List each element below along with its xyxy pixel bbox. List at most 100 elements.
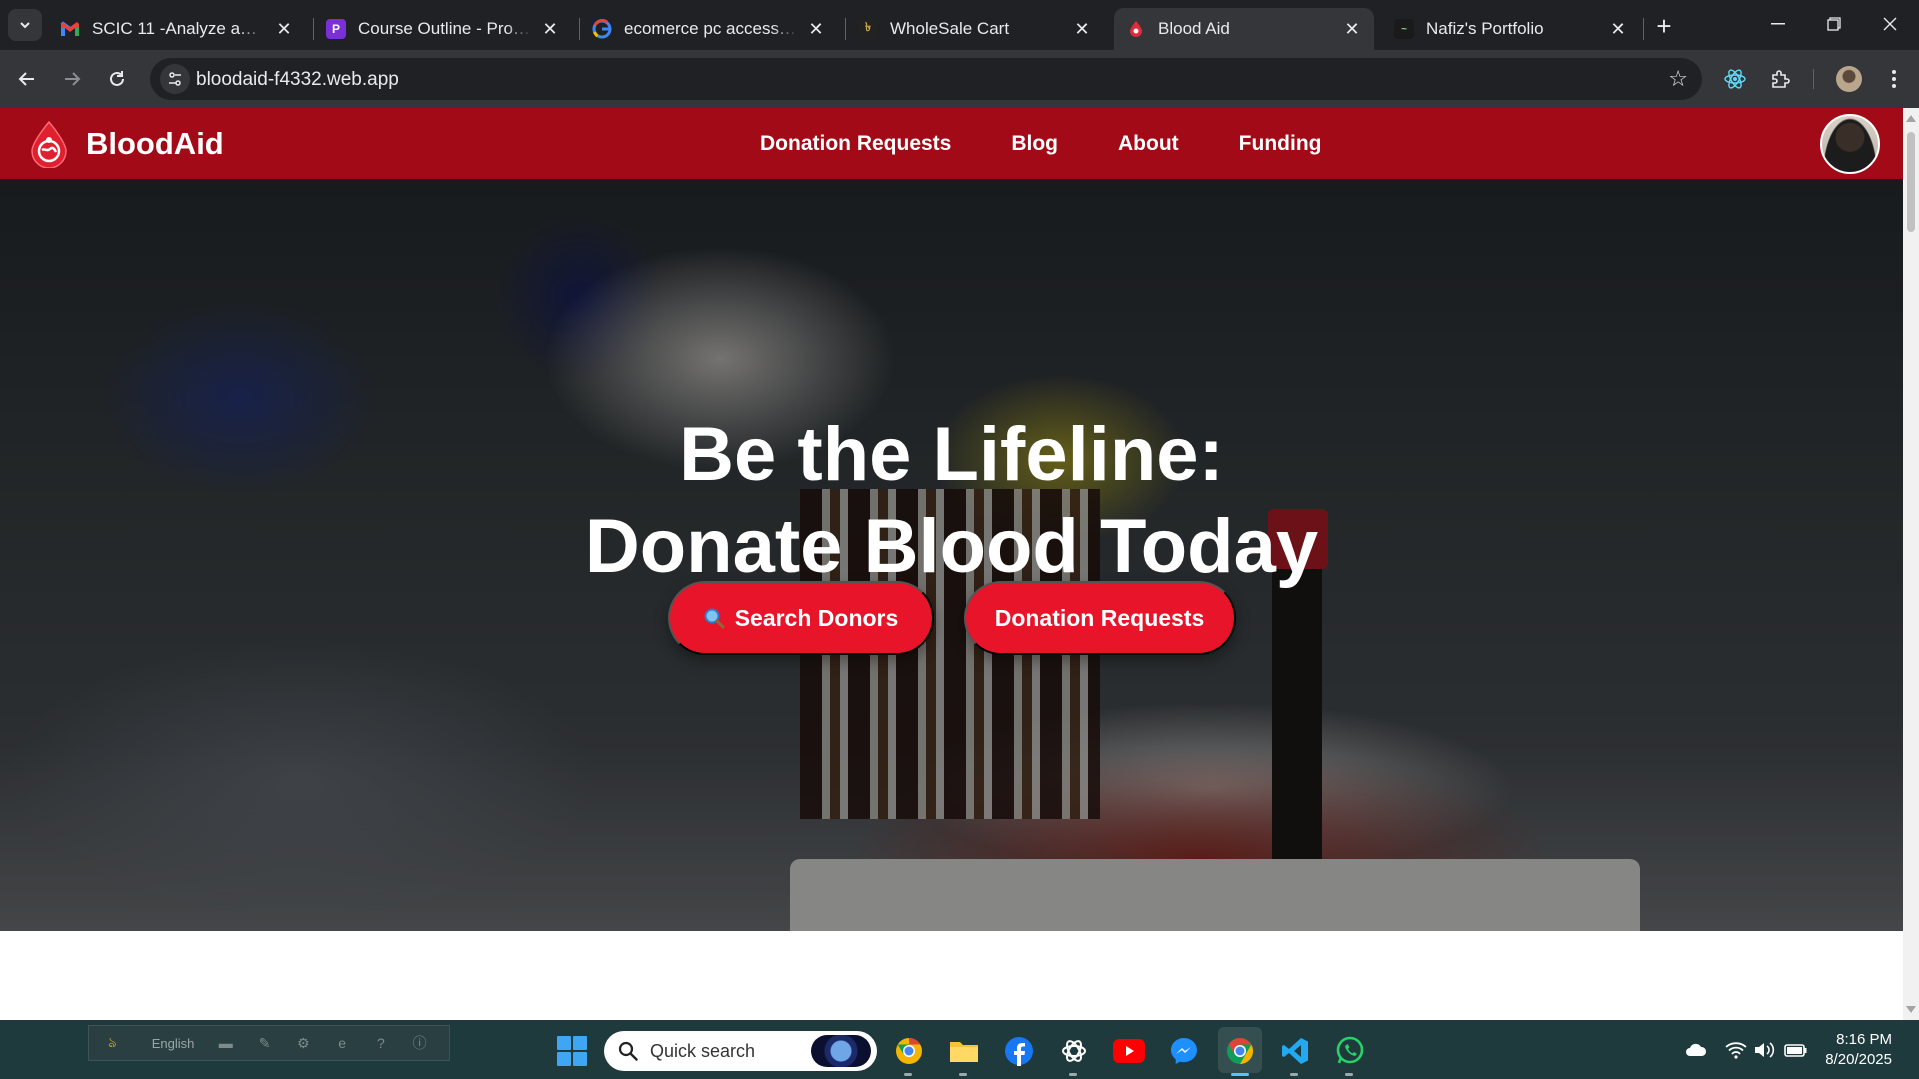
chatgpt-icon xyxy=(1062,1040,1086,1062)
taskbar-search[interactable]: Quick search xyxy=(604,1031,877,1071)
hero-title: Be the Lifeline: Donate Blood Today xyxy=(0,409,1903,593)
wifi-icon[interactable] xyxy=(1724,1038,1748,1062)
tab-blood-aid[interactable]: Blood Aid ✕ xyxy=(1114,8,1374,50)
taskbar-file-explorer[interactable] xyxy=(947,1034,981,1076)
facebook-icon xyxy=(1005,1037,1033,1066)
tab-title: SCIC 11 -Analyze and break xyxy=(92,19,266,38)
tab-title: Blood Aid xyxy=(1158,19,1230,38)
chrome-icon xyxy=(1227,1037,1254,1065)
search-highlight-globe-icon xyxy=(811,1035,871,1067)
tab-portfolio[interactable]: ~ Nafiz's Portfolio ✕ xyxy=(1382,8,1640,50)
chevron-down-icon xyxy=(20,22,30,29)
more-vertical-icon xyxy=(1892,70,1896,88)
scrollbar-thumb[interactable] xyxy=(1907,132,1915,232)
toolbar-divider xyxy=(1813,69,1814,89)
battery-icon[interactable] xyxy=(1784,1038,1808,1062)
vscode-icon xyxy=(1282,1038,1308,1064)
taskbar-chrome-dev[interactable] xyxy=(892,1034,926,1076)
portfolio-icon: ~ xyxy=(1394,19,1414,39)
hero-actions: Search Donors Donation Requests xyxy=(0,581,1903,655)
windows-taskbar: ঌ English ▬ ✎ ⚙ e ? ⓘ Quick search 8:16 … xyxy=(0,1020,1919,1079)
bookmark-star-icon[interactable]: ☆ xyxy=(1668,67,1688,91)
tab-divider xyxy=(1643,18,1644,40)
pen-icon[interactable]: ✎ xyxy=(255,1033,274,1053)
language-toolbar[interactable]: ঌ English ▬ ✎ ⚙ e ? ⓘ xyxy=(88,1025,450,1061)
taskbar-chatgpt[interactable] xyxy=(1057,1034,1091,1076)
react-devtools-extension[interactable] xyxy=(1719,63,1751,95)
tab-search-button[interactable] xyxy=(8,9,42,41)
user-avatar[interactable] xyxy=(1820,114,1880,174)
search-donors-button[interactable]: Search Donors xyxy=(667,581,934,655)
scroll-down-arrow-icon[interactable] xyxy=(1906,1006,1916,1013)
clock-time: 8:16 PM xyxy=(1836,1031,1892,1048)
taskbar-chrome[interactable] xyxy=(1223,1034,1257,1076)
onedrive-icon[interactable] xyxy=(1684,1038,1708,1062)
restore-icon xyxy=(1827,17,1841,31)
nav-link-donation-requests[interactable]: Donation Requests xyxy=(760,132,951,156)
arrow-right-icon xyxy=(65,72,81,86)
scroll-up-arrow-icon[interactable] xyxy=(1906,115,1916,122)
close-icon[interactable]: ✕ xyxy=(1608,19,1628,40)
help-icon[interactable]: ? xyxy=(371,1033,390,1053)
system-clock[interactable]: 8:16 PM 8/20/2025 xyxy=(1812,1030,1892,1070)
hero-title-line2: Donate Blood Today xyxy=(584,504,1319,589)
taskbar-messenger[interactable] xyxy=(1167,1034,1201,1068)
extensions-button[interactable] xyxy=(1765,63,1797,95)
nav-link-blog[interactable]: Blog xyxy=(1011,132,1058,156)
tab-gmail[interactable]: SCIC 11 -Analyze and break ✕ xyxy=(48,8,306,50)
folder-icon xyxy=(950,1042,978,1062)
browser-menu-button[interactable] xyxy=(1878,63,1910,95)
bloodaid-icon xyxy=(1126,19,1146,39)
page-scrollbar[interactable] xyxy=(1903,108,1919,1020)
minimize-icon xyxy=(1771,23,1785,25)
close-icon[interactable]: ✕ xyxy=(1072,19,1092,40)
keyboard-icon[interactable]: ▬ xyxy=(216,1033,235,1053)
close-icon[interactable]: ✕ xyxy=(806,19,826,40)
taskbar-whatsapp[interactable] xyxy=(1333,1034,1367,1076)
tab-wholesale-cart[interactable]: ৳ WholeSale Cart ✕ xyxy=(846,8,1104,50)
close-window-button[interactable] xyxy=(1862,6,1918,42)
address-bar[interactable]: bloodaid-f4332.web.app ☆ xyxy=(150,58,1702,100)
arrow-left-icon xyxy=(18,72,34,86)
nav-link-about[interactable]: About xyxy=(1118,132,1179,156)
messenger-icon xyxy=(1171,1038,1197,1064)
tab-title: ecomerce pc accessories w xyxy=(624,19,798,38)
brand-logo-link[interactable]: BloodAid xyxy=(28,120,224,168)
youtube-icon xyxy=(1113,1039,1145,1063)
profile-button[interactable] xyxy=(1833,63,1865,95)
gmail-icon xyxy=(60,19,80,39)
language-label: English xyxy=(151,1035,195,1051)
settings-gear-icon[interactable]: ⚙ xyxy=(294,1033,313,1053)
reload-button[interactable] xyxy=(101,63,133,95)
restore-button[interactable] xyxy=(1806,6,1862,42)
minimize-button[interactable] xyxy=(1750,6,1806,42)
search-icon xyxy=(618,1041,638,1061)
ime-icon: ঌ xyxy=(108,1034,117,1050)
close-icon[interactable]: ✕ xyxy=(274,19,294,40)
close-icon[interactable]: ✕ xyxy=(1342,19,1362,40)
forward-button[interactable] xyxy=(56,63,88,95)
back-button[interactable] xyxy=(11,63,43,95)
url-text[interactable]: bloodaid-f4332.web.app xyxy=(196,69,399,91)
tab-google-search[interactable]: ecomerce pc accessories w ✕ xyxy=(580,8,838,50)
edge-icon[interactable]: e xyxy=(333,1033,352,1053)
nav-link-funding[interactable]: Funding xyxy=(1239,132,1322,156)
start-button[interactable] xyxy=(557,1036,587,1066)
browser-tab-bar: SCIC 11 -Analyze and break ✕ P Course Ou… xyxy=(0,0,1919,50)
whatsapp-icon xyxy=(1336,1036,1364,1064)
site-info-button[interactable] xyxy=(160,64,190,94)
tab-course-outline[interactable]: P Course Outline - Programming ✕ xyxy=(314,8,572,50)
tab-title: Course Outline - Programming xyxy=(358,19,532,38)
clock-date: 8/20/2025 xyxy=(1825,1051,1892,1068)
taskbar-facebook[interactable] xyxy=(1002,1034,1036,1068)
close-icon[interactable]: ✕ xyxy=(540,19,560,40)
tune-icon xyxy=(169,72,181,86)
chrome-canary-icon xyxy=(896,1037,922,1064)
volume-icon[interactable] xyxy=(1752,1038,1776,1062)
taskbar-youtube[interactable] xyxy=(1112,1034,1146,1068)
donation-requests-button[interactable]: Donation Requests xyxy=(963,581,1236,655)
info-icon[interactable]: ⓘ xyxy=(410,1033,429,1053)
taskbar-vscode[interactable] xyxy=(1278,1034,1312,1076)
new-tab-button[interactable]: + xyxy=(1648,10,1680,42)
google-icon xyxy=(592,19,612,39)
